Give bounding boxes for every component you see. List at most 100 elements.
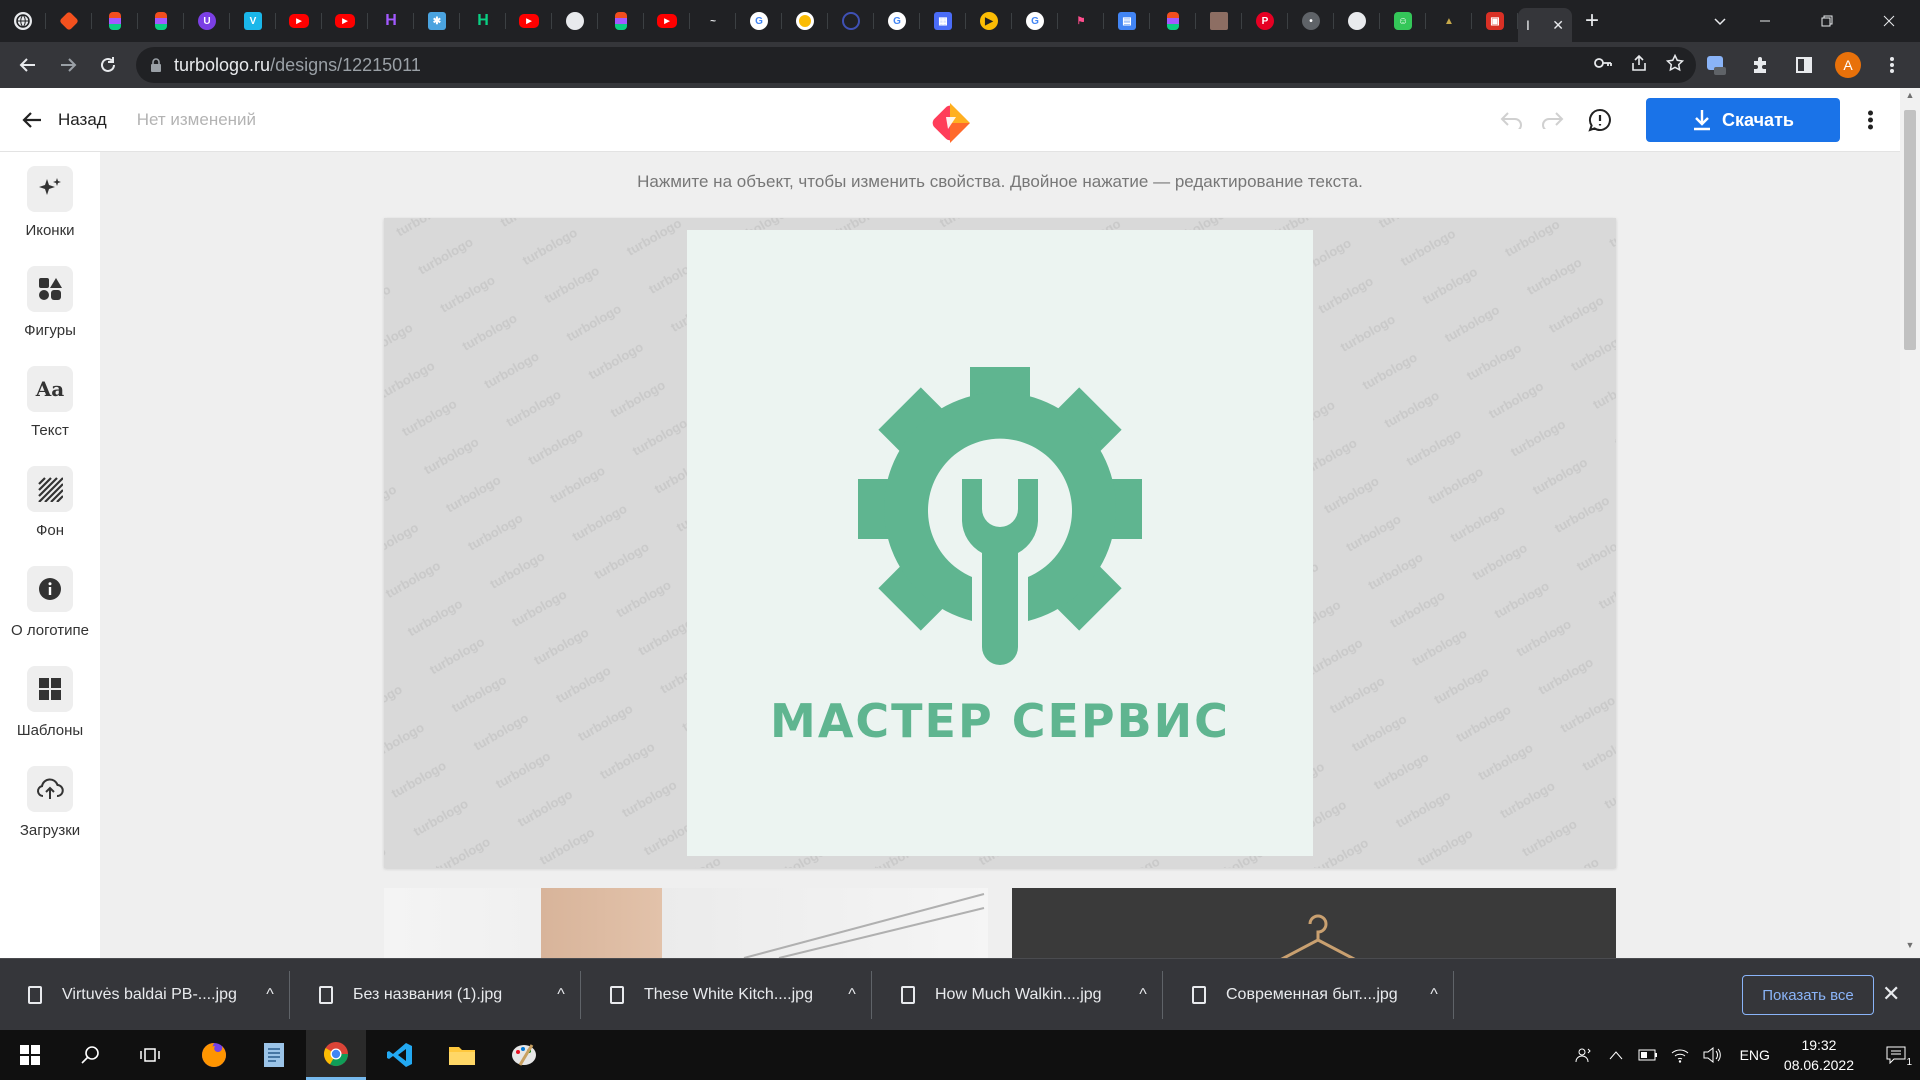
download-item[interactable]: These White Kitch....jpg ^ (582, 959, 872, 1031)
template-thumbnail[interactable] (1012, 888, 1616, 958)
forward-button[interactable] (48, 45, 88, 85)
side-panel-icon[interactable] (1784, 45, 1824, 85)
download-item[interactable]: Virtuvės baldai PB-....jpg ^ (0, 959, 290, 1031)
taskbar-app-chrome[interactable] (306, 1030, 366, 1080)
sidebar-item-text[interactable]: Aa Текст (0, 366, 100, 439)
gear-wrench-icon[interactable] (687, 230, 1313, 700)
reload-button[interactable] (88, 45, 128, 85)
puzzle-icon[interactable] (1740, 45, 1780, 85)
key-icon[interactable] (1594, 56, 1612, 74)
taskbar-app-vscode[interactable] (370, 1030, 430, 1080)
back-link[interactable]: Назад (22, 110, 107, 130)
taskbar-app-explorer[interactable] (432, 1030, 492, 1080)
chevron-up-icon[interactable] (1600, 1050, 1632, 1060)
chevron-up-icon[interactable]: ^ (1414, 986, 1454, 1004)
start-button[interactable] (0, 1030, 60, 1080)
download-item[interactable]: How Much Walkin....jpg ^ (873, 959, 1163, 1031)
tab[interactable] (92, 0, 138, 42)
sidebar-item-background[interactable]: Фон (0, 466, 100, 539)
new-tab-button[interactable]: + (1572, 0, 1612, 42)
turbologo-logo[interactable] (926, 99, 974, 147)
tab[interactable]: ▶ (966, 0, 1012, 42)
tab[interactable]: ⚑ (1058, 0, 1104, 42)
download-item[interactable]: Без названия (1).jpg ^ (291, 959, 581, 1031)
tab[interactable]: H (460, 0, 506, 42)
tab[interactable]: H (368, 0, 414, 42)
tab[interactable]: ▦ (920, 0, 966, 42)
tab[interactable]: ☺ (1380, 0, 1426, 42)
volume-icon[interactable] (1696, 1047, 1728, 1063)
undo-button[interactable] (1492, 111, 1532, 129)
clock[interactable]: 19:32 08.06.2022 (1784, 1035, 1854, 1075)
taskbar-app-firefox[interactable] (184, 1030, 244, 1080)
tab[interactable]: ▶ (644, 0, 690, 42)
language-indicator[interactable]: ENG (1740, 1047, 1770, 1063)
address-bar[interactable]: turbologo.ru/designs/12215011 (136, 47, 1696, 83)
tab[interactable] (1150, 0, 1196, 42)
close-icon[interactable]: ✕ (1882, 981, 1900, 1007)
tab[interactable] (598, 0, 644, 42)
tab[interactable] (552, 0, 598, 42)
restore-button[interactable] (1796, 0, 1858, 42)
chevron-up-icon[interactable]: ^ (832, 986, 872, 1004)
tab[interactable]: G (874, 0, 920, 42)
battery-icon[interactable] (1632, 1049, 1664, 1061)
sidebar-item-uploads[interactable]: Загрузки (0, 766, 100, 839)
star-icon[interactable] (1665, 53, 1685, 77)
tab[interactable]: ▶ (506, 0, 552, 42)
tab[interactable]: V (230, 0, 276, 42)
feedback-button[interactable] (1572, 108, 1628, 132)
tab[interactable]: P (1242, 0, 1288, 42)
download-button[interactable]: Скачать (1646, 98, 1840, 142)
tab[interactable]: ~ (690, 0, 736, 42)
scroll-up-arrow[interactable]: ▲ (1900, 90, 1920, 106)
sidebar-item-icons[interactable]: Иконки (0, 166, 100, 239)
minimize-button[interactable] (1734, 0, 1796, 42)
taskbar-app-notepad[interactable] (244, 1030, 304, 1080)
sidebar-item-shapes[interactable]: Фигуры (0, 266, 100, 339)
tab[interactable]: ▣ (1472, 0, 1518, 42)
chevron-up-icon[interactable]: ^ (1123, 986, 1163, 1004)
search-button[interactable] (60, 1030, 120, 1080)
tab[interactable] (0, 0, 46, 42)
wifi-icon[interactable] (1664, 1047, 1696, 1063)
tab[interactable]: ▶ (322, 0, 368, 42)
back-button[interactable] (8, 45, 48, 85)
tab[interactable]: G (1012, 0, 1058, 42)
tab[interactable]: ✱ (414, 0, 460, 42)
tab[interactable]: • (1288, 0, 1334, 42)
brand-name-text[interactable]: МАСТЕР СЕРВИС (687, 694, 1313, 748)
logo-canvas[interactable]: turbologo (384, 218, 1616, 868)
extension-off-icon[interactable] (1696, 45, 1736, 85)
tab[interactable] (138, 0, 184, 42)
share-icon[interactable] (1630, 54, 1648, 77)
scroll-thumb[interactable] (1904, 110, 1916, 350)
tab[interactable]: ▲ (1426, 0, 1472, 42)
tab[interactable] (782, 0, 828, 42)
profile-button[interactable]: A (1828, 45, 1868, 85)
active-tab[interactable]: I ✕ (1518, 8, 1572, 42)
task-view-button[interactable] (120, 1030, 180, 1080)
logo-design[interactable]: МАСТЕР СЕРВИС (687, 230, 1313, 856)
tab[interactable]: ▤ (1104, 0, 1150, 42)
close-window-button[interactable] (1858, 0, 1920, 42)
sidebar-item-about-logo[interactable]: О логотипе (0, 566, 100, 639)
download-item[interactable]: Современная быт....jpg ^ (1164, 959, 1454, 1031)
scroll-down-arrow[interactable]: ▼ (1900, 940, 1920, 956)
show-all-downloads-button[interactable]: Показать все (1742, 975, 1874, 1015)
sidebar-item-templates[interactable]: Шаблоны (0, 666, 100, 739)
tab[interactable] (828, 0, 874, 42)
close-icon[interactable]: ✕ (1552, 17, 1564, 34)
notifications-button[interactable]: 1 (1872, 1046, 1920, 1068)
tab[interactable] (1196, 0, 1242, 42)
taskbar-app-paint[interactable] (494, 1030, 554, 1080)
chevron-up-icon[interactable]: ^ (250, 986, 290, 1004)
chrome-menu-button[interactable] (1872, 45, 1912, 85)
page-scrollbar[interactable]: ▲ ▼ (1900, 88, 1920, 958)
tab[interactable]: ▶ (276, 0, 322, 42)
tab[interactable]: G (736, 0, 782, 42)
chevron-up-icon[interactable]: ^ (541, 986, 581, 1004)
people-icon[interactable] (1568, 1046, 1600, 1064)
template-thumbnail[interactable] (384, 888, 988, 958)
tab[interactable] (46, 0, 92, 42)
